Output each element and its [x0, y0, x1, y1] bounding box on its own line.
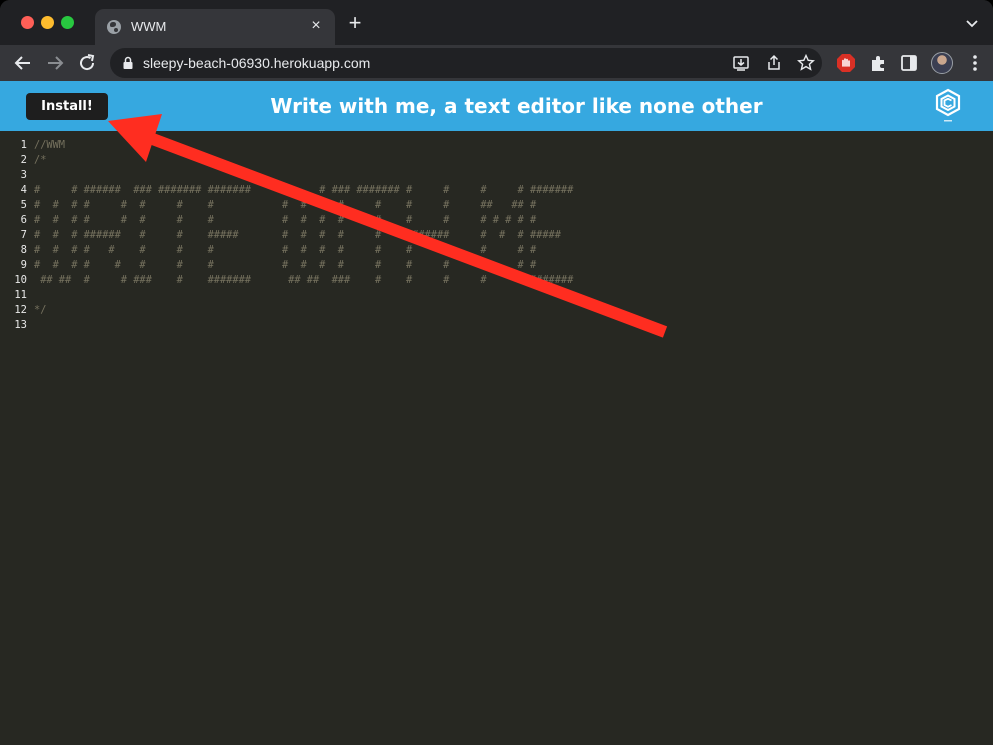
code-line[interactable]: ## ## # # ### # ####### ## ## ### # # # … — [34, 273, 573, 288]
line-number: 13 — [14, 319, 27, 331]
tab-wwm[interactable]: WWM × — [95, 9, 335, 45]
line-number: 3 — [20, 169, 27, 181]
tab-title: WWM — [131, 19, 167, 34]
code-line[interactable] — [34, 288, 573, 303]
line-number: 10 — [14, 274, 27, 286]
line-number: 9 — [20, 259, 27, 271]
code-line[interactable]: # # # # # # # # # # # # # # # # # # # # — [34, 213, 573, 228]
code-line[interactable]: //WWM — [34, 138, 573, 153]
code-line[interactable]: # # # # # # # # # # # # # # # # # # — [34, 258, 573, 273]
back-button[interactable] — [11, 51, 35, 75]
line-number: 7 — [20, 229, 27, 241]
tab-search-icon[interactable] — [963, 14, 981, 32]
reload-icon — [80, 54, 95, 71]
arrow-right-icon — [48, 56, 64, 70]
side-panel-icon[interactable] — [899, 53, 919, 73]
more-menu-icon[interactable] — [966, 53, 984, 73]
line-number: 11 — [14, 289, 27, 301]
bookmark-star-icon[interactable] — [796, 53, 816, 73]
browser-window: WWM × + sleepy-beach-06930.herokuapp.com — [0, 0, 993, 745]
minimize-window-button[interactable] — [41, 16, 54, 29]
maximize-window-button[interactable] — [61, 16, 74, 29]
tab-strip: WWM × + — [0, 0, 993, 45]
tab-close-icon[interactable]: × — [307, 17, 325, 35]
install-app-icon[interactable] — [731, 53, 751, 73]
adblock-extension-icon[interactable] — [836, 53, 856, 73]
address-bar[interactable]: sleepy-beach-06930.herokuapp.com — [110, 48, 822, 78]
line-number: 1 — [20, 139, 27, 151]
line-number: 6 — [20, 214, 27, 226]
code-line[interactable]: */ — [34, 303, 573, 318]
code-line[interactable]: /* — [34, 153, 573, 168]
line-number-gutter: 1 2 3 4 5 6 7 8 9 10 11 12 13 — [0, 138, 30, 333]
code-content[interactable]: //WWM/* # # ###### ### ####### ####### # … — [34, 138, 573, 333]
code-line[interactable]: # # # # # # # # # # # # # # # # # # — [34, 243, 573, 258]
forward-button[interactable] — [43, 51, 67, 75]
extensions-puzzle-icon[interactable] — [868, 53, 888, 73]
hexagon-logo-icon — [935, 88, 961, 122]
reload-button[interactable] — [75, 51, 99, 75]
code-line[interactable]: # # # # # # # # # # # # # # # ## ## # — [34, 198, 573, 213]
code-line[interactable] — [34, 168, 573, 183]
page-content: Install! Write with me, a text editor li… — [0, 81, 993, 745]
share-icon[interactable] — [764, 53, 784, 73]
code-editor[interactable]: 1 2 3 4 5 6 7 8 9 10 11 12 13 //WWM/* # # ###### ### … — [0, 131, 993, 745]
code-line[interactable]: # # # ###### # # ##### # # # # # #######… — [34, 228, 573, 243]
line-number: 2 — [20, 154, 27, 166]
new-tab-button[interactable]: + — [345, 12, 365, 34]
browser-toolbar: sleepy-beach-06930.herokuapp.com — [0, 45, 993, 81]
profile-avatar[interactable] — [931, 52, 953, 74]
code-line[interactable]: # # ###### ### ####### ####### # # ### #… — [34, 183, 573, 198]
app-title: Write with me, a text editor like none o… — [270, 94, 763, 118]
arrow-left-icon — [14, 56, 30, 70]
line-number: 4 — [20, 184, 27, 196]
close-window-button[interactable] — [21, 16, 34, 29]
line-number: 8 — [20, 244, 27, 256]
code-line[interactable] — [34, 318, 573, 333]
lock-icon — [123, 56, 133, 69]
line-number: 12 — [14, 304, 27, 316]
app-header: Install! Write with me, a text editor li… — [0, 81, 993, 131]
globe-icon — [107, 20, 121, 34]
line-number: 5 — [20, 199, 27, 211]
url-text: sleepy-beach-06930.herokuapp.com — [143, 55, 371, 71]
